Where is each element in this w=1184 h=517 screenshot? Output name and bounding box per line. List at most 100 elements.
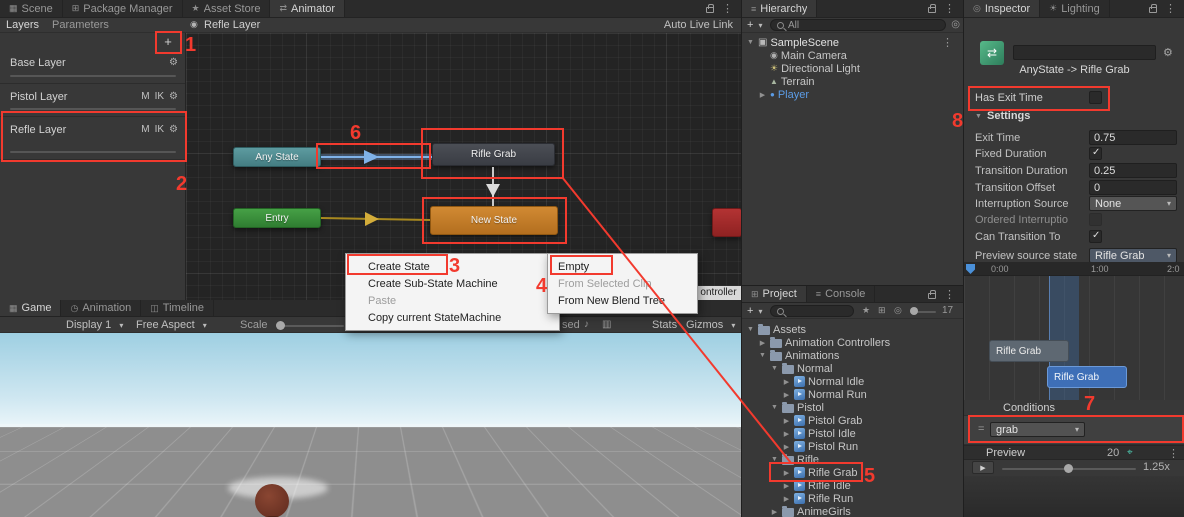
foldout-closed-icon[interactable]: ▶ xyxy=(770,508,779,516)
project-search-input[interactable] xyxy=(770,305,854,317)
foldout-open-icon[interactable]: ▼ xyxy=(746,326,755,333)
menu-item-copy-statemachine[interactable]: Copy current StateMachine xyxy=(346,309,559,326)
gear-icon[interactable]: ⚙ xyxy=(169,57,178,68)
zoom-slider-thumb[interactable] xyxy=(910,307,918,315)
favorites-icon[interactable]: ★ xyxy=(862,305,870,316)
project-row-assets[interactable]: ▼Assets xyxy=(746,323,963,336)
foldout-closed-icon[interactable]: ▶ xyxy=(782,378,791,386)
m-badge[interactable]: M xyxy=(141,91,149,102)
foldout-closed-icon[interactable]: ▶ xyxy=(782,482,791,490)
project-row-rifle-idle[interactable]: ▶Rifle Idle xyxy=(782,479,963,492)
tab-animator[interactable]: ⇄Animator xyxy=(270,0,345,17)
project-row-pistol[interactable]: ▼Pistol xyxy=(770,401,963,414)
vsync-icon[interactable]: ▥ xyxy=(602,319,611,330)
state-node-exit[interactable] xyxy=(712,208,741,237)
auto-live-link-button[interactable]: Auto Live Link xyxy=(664,19,733,31)
stats-button[interactable]: Stats xyxy=(652,319,677,331)
foldout-closed-icon[interactable]: ▶ xyxy=(782,430,791,438)
hierarchy-row-terrain[interactable]: ▲ Terrain xyxy=(758,75,963,88)
mute-audio-icon[interactable]: ♪ xyxy=(584,319,589,330)
transition-duration-field[interactable]: 0.25 xyxy=(1089,163,1177,178)
lock-icon[interactable] xyxy=(706,7,714,13)
project-row-pistol-run[interactable]: ▶Pistol Run xyxy=(782,440,963,453)
tab-package-manager[interactable]: ⊞Package Manager xyxy=(63,0,183,17)
hierarchy-search-input[interactable]: All xyxy=(770,19,946,31)
tab-console[interactable]: ≡Console xyxy=(807,286,876,302)
layers-tab-button[interactable]: Layers xyxy=(6,19,39,31)
hidden-assets-icon[interactable]: ◎ xyxy=(894,305,902,316)
gear-icon[interactable]: ⚙ xyxy=(169,91,178,102)
transition-offset-field[interactable]: 0 xyxy=(1089,180,1177,195)
tab-scene[interactable]: ▦Scene xyxy=(0,0,63,17)
foldout-open-icon[interactable]: ▼ xyxy=(770,456,779,463)
foldout-closed-icon[interactable]: ▶ xyxy=(758,339,767,347)
dots-menu-icon[interactable]: ⋮ xyxy=(722,2,733,15)
scene-visibility-icon[interactable]: ◎ xyxy=(951,19,960,30)
timeline-bar-destination[interactable]: Rifle Grab xyxy=(1047,366,1127,388)
lock-icon[interactable] xyxy=(1149,7,1157,13)
tab-animation[interactable]: ◷Animation xyxy=(61,300,141,316)
layer-weight-slider[interactable] xyxy=(10,151,176,153)
foldout-open-icon[interactable]: ▼ xyxy=(758,352,767,359)
breadcrumb[interactable]: Refle Layer xyxy=(204,19,260,31)
foldout-open-icon[interactable]: ▼ xyxy=(770,365,779,372)
layer-weight-slider[interactable] xyxy=(10,108,176,110)
tab-inspector[interactable]: ◎Inspector xyxy=(964,0,1040,17)
aspect-dropdown[interactable]: Free Aspect ▾ xyxy=(136,319,207,331)
dots-menu-icon[interactable]: ⋮ xyxy=(942,36,953,49)
hierarchy-row-samplescene[interactable]: ▼ ▣ SampleScene ⋮ xyxy=(746,36,963,49)
layer-item-pistol[interactable]: Pistol Layer MIK⚙ xyxy=(0,84,186,117)
packages-filter-icon[interactable]: ⊞ xyxy=(878,305,886,316)
state-node-new-state[interactable]: New State xyxy=(430,206,558,235)
ik-badge[interactable]: IK xyxy=(155,124,164,135)
gizmo-axis-icon[interactable]: ⌖ xyxy=(1127,447,1133,458)
dots-menu-icon[interactable]: ⋮ xyxy=(1165,2,1176,15)
transition-name-field[interactable] xyxy=(1013,45,1156,60)
state-node-entry[interactable]: Entry xyxy=(233,208,321,228)
lock-icon[interactable] xyxy=(928,7,936,13)
state-node-rifle-grab[interactable]: Rifle Grab xyxy=(432,143,555,166)
hierarchy-row-main-camera[interactable]: ◉ Main Camera xyxy=(758,49,963,62)
menu-item-create-state[interactable]: Create State› xyxy=(346,258,559,275)
tab-project[interactable]: ⊞Project xyxy=(742,286,807,302)
gizmos-dropdown[interactable]: Gizmos ▾ xyxy=(686,319,735,331)
project-row-rifle[interactable]: ▼Rifle xyxy=(770,453,963,466)
layer-weight-slider[interactable] xyxy=(10,75,176,77)
interruption-source-dropdown[interactable]: None▾ xyxy=(1089,196,1177,211)
preview-viewport[interactable] xyxy=(964,476,1184,517)
foldout-closed-icon[interactable]: ▶ xyxy=(758,91,767,99)
timeline-bar-source[interactable]: Rifle Grab xyxy=(989,340,1069,362)
exit-time-field[interactable]: 0.75 xyxy=(1089,130,1177,145)
scale-slider[interactable] xyxy=(276,325,344,327)
project-row-animegirls[interactable]: ▶AnimeGirls xyxy=(770,505,963,517)
game-viewport[interactable] xyxy=(0,333,741,517)
tab-hierarchy[interactable]: ≡Hierarchy xyxy=(742,0,817,17)
project-row-normal-idle[interactable]: ▶Normal Idle xyxy=(782,375,963,388)
layer-item-base[interactable]: Base Layer ⚙ xyxy=(0,50,186,84)
foldout-closed-icon[interactable]: ▶ xyxy=(782,495,791,503)
foldout-open-icon[interactable]: ▼ xyxy=(770,404,779,411)
project-row-rifle-run[interactable]: ▶Rifle Run xyxy=(782,492,963,505)
layer-item-refle[interactable]: Refle Layer MIK⚙ xyxy=(0,117,186,160)
project-row-animations[interactable]: ▼Animations xyxy=(758,349,963,362)
hierarchy-row-player[interactable]: ▶ ● Player xyxy=(758,88,963,101)
project-row-normal-run[interactable]: ▶Normal Run xyxy=(782,388,963,401)
menu-item-create-substate[interactable]: Create Sub-State Machine xyxy=(346,275,559,292)
create-asset-button[interactable]: +▾ xyxy=(747,305,762,317)
foldout-closed-icon[interactable]: ▶ xyxy=(782,443,791,451)
preview-source-dropdown[interactable]: Rifle Grab▾ xyxy=(1089,248,1177,263)
project-row-pistol-grab[interactable]: ▶Pistol Grab xyxy=(782,414,963,427)
drag-handle-icon[interactable]: = xyxy=(978,423,984,435)
dots-menu-icon[interactable]: ⋮ xyxy=(944,288,955,301)
fixed-duration-checkbox[interactable] xyxy=(1089,147,1102,160)
preview-speed-thumb[interactable] xyxy=(1064,464,1073,473)
m-badge[interactable]: M xyxy=(141,124,149,135)
submenu-item-from-new-blend-tree[interactable]: From New Blend Tree xyxy=(548,292,697,309)
timeline-body[interactable]: Rifle Grab Rifle Grab xyxy=(964,276,1184,400)
dots-menu-icon[interactable]: ⋮ xyxy=(1168,447,1179,460)
ik-badge[interactable]: IK xyxy=(155,91,164,102)
foldout-closed-icon[interactable]: ▶ xyxy=(782,417,791,425)
preview-header[interactable]: Preview 20 ⌖ ⋮ xyxy=(964,445,1184,460)
project-row-pistol-idle[interactable]: ▶Pistol Idle xyxy=(782,427,963,440)
parameters-tab-button[interactable]: Parameters xyxy=(52,19,109,31)
